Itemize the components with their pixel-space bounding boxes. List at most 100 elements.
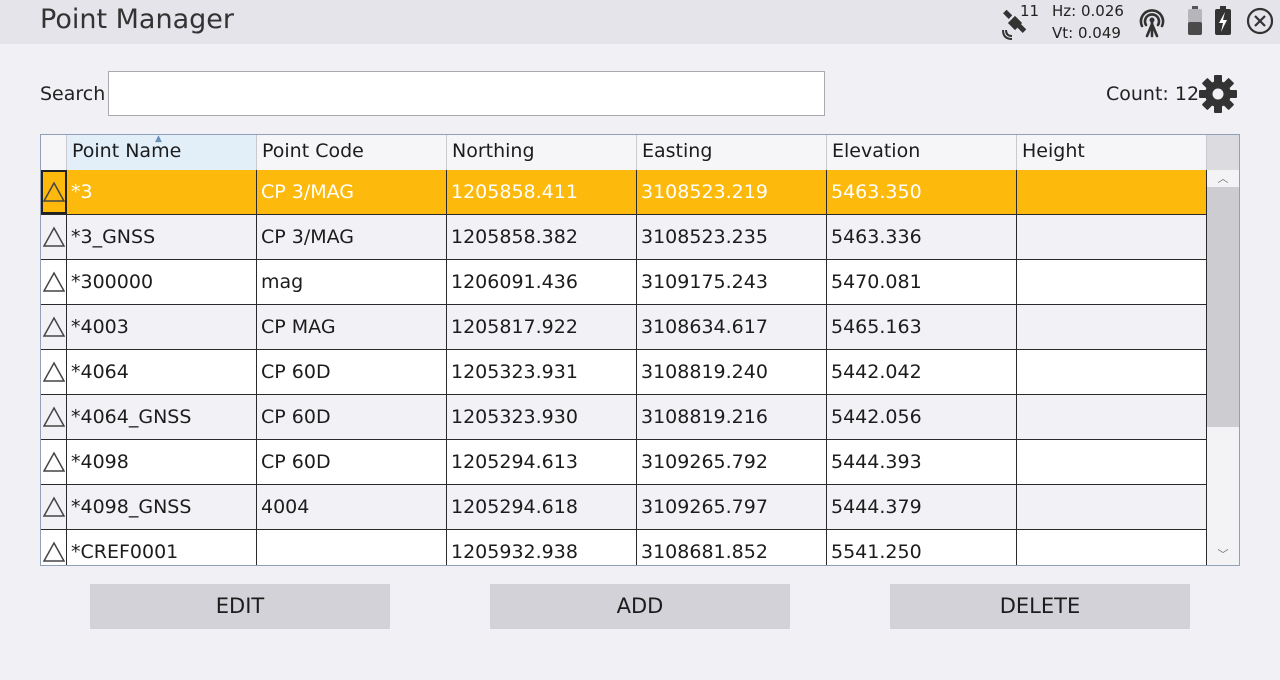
northing-cell: 1205817.922 xyxy=(447,305,637,349)
point-code-cell: CP 60D xyxy=(257,440,447,484)
point-code-cell: CP 3/MAG xyxy=(257,170,447,214)
northing-cell: 1205323.930 xyxy=(447,395,637,439)
battery-charging-icon[interactable] xyxy=(1214,6,1232,36)
height-cell xyxy=(1017,350,1207,394)
point-name-cell: *3_GNSS xyxy=(67,215,257,259)
elevation-cell: 5465.163 xyxy=(827,305,1017,349)
height-cell xyxy=(1017,395,1207,439)
height-cell xyxy=(1017,530,1207,565)
delete-button[interactable]: DELETE xyxy=(890,584,1190,629)
point-type-cell xyxy=(41,440,67,484)
table-row[interactable]: *4098 CP 60D 1205294.613 3109265.792 5444.39… xyxy=(41,440,1207,485)
search-input[interactable] xyxy=(108,71,825,116)
northing-cell: 1205858.382 xyxy=(447,215,637,259)
column-header-easting[interactable]: Easting xyxy=(637,135,827,170)
point-name-cell: *4064_GNSS xyxy=(67,395,257,439)
column-header-height[interactable]: Height xyxy=(1017,135,1207,170)
height-cell xyxy=(1017,485,1207,529)
height-cell xyxy=(1017,215,1207,259)
table-body: *3 CP 3/MAG 1205858.411 3108523.219 5463.350… xyxy=(41,170,1207,565)
northing-cell: 1205932.938 xyxy=(447,530,637,565)
elevation-cell: 5442.056 xyxy=(827,395,1017,439)
battery-icon[interactable] xyxy=(1187,6,1203,36)
point-type-cell xyxy=(41,485,67,529)
table-row[interactable]: *4064_GNSS CP 60D 1205323.930 3108819.216 54… xyxy=(41,395,1207,440)
table-row[interactable]: *4003 CP MAG 1205817.922 3108634.617 5465.16… xyxy=(41,305,1207,350)
point-code-cell: CP MAG xyxy=(257,305,447,349)
elevation-cell: 5470.081 xyxy=(827,260,1017,304)
column-header-elevation[interactable]: Elevation xyxy=(827,135,1017,170)
table-row[interactable]: *3_GNSS CP 3/MAG 1205858.382 3108523.235 546… xyxy=(41,215,1207,260)
point-name-cell: *4064 xyxy=(67,350,257,394)
point-type-cell xyxy=(41,305,67,349)
control-point-triangle-icon xyxy=(42,226,65,247)
radio-link-icon[interactable] xyxy=(1136,6,1168,38)
gear-icon[interactable] xyxy=(1198,74,1238,114)
points-table: ▲ Point Name Point Code Northing Easting… xyxy=(40,134,1240,566)
add-button[interactable]: ADD xyxy=(490,584,790,629)
point-code-cell xyxy=(257,530,447,565)
page-title: Point Manager xyxy=(40,4,234,35)
easting-cell: 3109265.792 xyxy=(637,440,827,484)
table-row[interactable]: *4098_GNSS 4004 1205294.618 3109265.797 5444… xyxy=(41,485,1207,530)
satellite-count: 11 xyxy=(1020,2,1040,20)
point-code-cell: 4004 xyxy=(257,485,447,529)
search-label: Search xyxy=(40,83,106,105)
easting-cell: 3108634.617 xyxy=(637,305,827,349)
close-icon[interactable] xyxy=(1246,7,1274,35)
control-point-triangle-icon xyxy=(42,361,65,382)
northing-cell: 1205323.931 xyxy=(447,350,637,394)
table-row[interactable]: *300000 mag 1206091.436 3109175.243 5470.081 xyxy=(41,260,1207,305)
elevation-cell: 5541.250 xyxy=(827,530,1017,565)
scrollbar-thumb[interactable] xyxy=(1207,187,1239,427)
column-header-point-code[interactable]: Point Code xyxy=(257,135,447,170)
scroll-up-icon[interactable]: ︿ xyxy=(1207,171,1239,187)
point-type-cell xyxy=(41,530,67,565)
control-point-triangle-icon xyxy=(42,271,65,292)
scrollbar-corner xyxy=(1207,135,1239,170)
control-point-triangle-icon xyxy=(42,406,65,427)
point-name-cell: *300000 xyxy=(67,260,257,304)
sort-ascending-icon: ▲ xyxy=(155,134,162,144)
table-header: ▲ Point Name Point Code Northing Easting… xyxy=(41,135,1207,170)
control-point-triangle-icon xyxy=(42,541,65,562)
control-point-triangle-icon xyxy=(42,496,65,517)
point-name-cell: *4098 xyxy=(67,440,257,484)
easting-cell: 3109175.243 xyxy=(637,260,827,304)
point-name-cell: *CREF0001 xyxy=(67,530,257,565)
easting-cell: 3109265.797 xyxy=(637,485,827,529)
easting-cell: 3108681.852 xyxy=(637,530,827,565)
column-header-point-name[interactable]: ▲ Point Name xyxy=(67,135,257,170)
table-row[interactable]: *3 CP 3/MAG 1205858.411 3108523.219 5463.350 xyxy=(41,170,1207,215)
vertical-scrollbar[interactable]: ︿ ﹀ xyxy=(1207,135,1239,565)
point-type-cell xyxy=(41,170,67,214)
control-point-triangle-icon xyxy=(42,316,65,337)
easting-cell: 3108523.235 xyxy=(637,215,827,259)
elevation-cell: 5442.042 xyxy=(827,350,1017,394)
edit-button[interactable]: EDIT xyxy=(90,584,390,629)
point-code-cell: CP 60D xyxy=(257,395,447,439)
point-type-cell xyxy=(41,395,67,439)
northing-cell: 1205294.618 xyxy=(447,485,637,529)
point-name-cell: *3 xyxy=(67,170,257,214)
table-row[interactable]: *CREF0001 1205932.938 3108681.852 5541.250 xyxy=(41,530,1207,565)
control-point-triangle-icon xyxy=(42,451,65,472)
table-row[interactable]: *4064 CP 60D 1205323.931 3108819.240 5442.04… xyxy=(41,350,1207,395)
northing-cell: 1206091.436 xyxy=(447,260,637,304)
control-point-triangle-icon xyxy=(43,181,65,202)
column-header-type[interactable] xyxy=(41,135,67,170)
point-type-cell xyxy=(41,260,67,304)
elevation-cell: 5463.336 xyxy=(827,215,1017,259)
elevation-cell: 5463.350 xyxy=(827,170,1017,214)
height-cell xyxy=(1017,260,1207,304)
height-cell xyxy=(1017,440,1207,484)
scroll-down-icon[interactable]: ﹀ xyxy=(1207,547,1239,563)
elevation-cell: 5444.393 xyxy=(827,440,1017,484)
northing-cell: 1205858.411 xyxy=(447,170,637,214)
column-header-northing[interactable]: Northing xyxy=(447,135,637,170)
precision-readout: Hz: 0.026 Vt: 0.049 xyxy=(1052,0,1124,44)
vt-precision: Vt: 0.049 xyxy=(1052,24,1121,42)
point-name-cell: *4098_GNSS xyxy=(67,485,257,529)
title-bar: Point Manager 11 Hz: 0.026 Vt: 0.049 xyxy=(0,0,1280,44)
point-code-cell: mag xyxy=(257,260,447,304)
